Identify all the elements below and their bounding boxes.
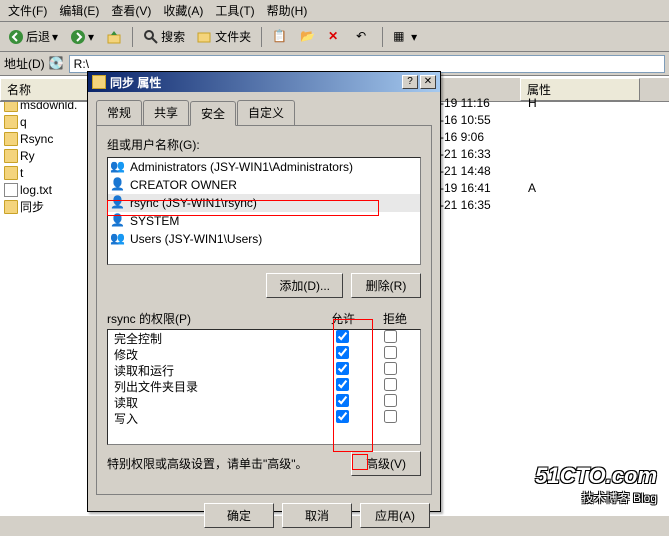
permissions-list[interactable]: 完全控制 修改 读取和运行 列出文件夹目录 读取 写入: [107, 329, 421, 445]
properties-dialog: 同步 属性 ? ✕ 常规 共享 安全 自定义 组或用户名称(G): 👥Admin…: [87, 71, 441, 512]
up-icon: [106, 29, 122, 45]
col-name[interactable]: 名称: [0, 78, 100, 101]
group-row[interactable]: 👤SYSTEM: [108, 212, 420, 230]
search-icon: [143, 29, 159, 45]
move-to-button[interactable]: 📂: [296, 27, 320, 47]
advanced-button[interactable]: 高级(V): [351, 451, 421, 476]
folders-label: 文件夹: [215, 28, 251, 45]
deny-checkbox[interactable]: [384, 330, 397, 343]
views-button[interactable]: ▦▾: [389, 27, 421, 47]
back-label: 后退: [26, 28, 50, 45]
folder-icon: [92, 75, 106, 89]
user-icon: 👤: [110, 195, 126, 211]
folders-icon: [197, 29, 213, 45]
allow-checkbox[interactable]: [336, 330, 349, 343]
groups-label: 组或用户名称(G):: [107, 136, 421, 153]
forward-button[interactable]: ▾: [66, 27, 98, 47]
dropdown-icon: ▾: [52, 30, 58, 44]
allow-checkbox[interactable]: [336, 378, 349, 391]
folder-icon: [4, 115, 18, 129]
group-icon: 👥: [110, 231, 126, 247]
perm-row: 修改: [108, 346, 420, 362]
address-label: 地址(D): [4, 55, 45, 72]
search-button[interactable]: 搜索: [139, 26, 189, 47]
folders-button[interactable]: 文件夹: [193, 26, 255, 47]
special-text: 特别权限或高级设置，请单击"高级"。: [107, 455, 343, 472]
menu-tools[interactable]: 工具(T): [215, 2, 254, 19]
allow-checkbox[interactable]: [336, 362, 349, 375]
undo-icon: ↶: [356, 29, 372, 45]
deny-header: 拒绝: [369, 310, 421, 327]
tab-general[interactable]: 常规: [96, 100, 142, 125]
perm-row: 写入: [108, 410, 420, 426]
perm-row: 读取: [108, 394, 420, 410]
undo-button[interactable]: ↶: [352, 27, 376, 47]
allow-checkbox[interactable]: [336, 394, 349, 407]
user-icon: 👤: [110, 177, 126, 193]
perm-row: 读取和运行: [108, 362, 420, 378]
add-button[interactable]: 添加(D)...: [266, 273, 343, 298]
move-icon: 📂: [300, 29, 316, 45]
group-row[interactable]: 👥Users (JSY-WIN1\Users): [108, 230, 420, 248]
allow-header: 允许: [317, 310, 369, 327]
group-user-list[interactable]: 👥Administrators (JSY-WIN1\Administrators…: [107, 157, 421, 265]
remove-button[interactable]: 删除(R): [351, 273, 421, 298]
security-panel: 组或用户名称(G): 👥Administrators (JSY-WIN1\Adm…: [96, 125, 432, 495]
close-button[interactable]: ✕: [420, 75, 436, 89]
folder-icon: [4, 200, 18, 214]
menu-edit[interactable]: 编辑(E): [59, 2, 99, 19]
views-icon: ▦: [393, 29, 409, 45]
group-row[interactable]: 👥Administrators (JSY-WIN1\Administrators…: [108, 158, 420, 176]
tab-share[interactable]: 共享: [143, 100, 189, 125]
back-button[interactable]: 后退 ▾: [4, 26, 62, 47]
menu-bar: 文件(F) 编辑(E) 查看(V) 收藏(A) 工具(T) 帮助(H): [0, 0, 669, 22]
menu-help[interactable]: 帮助(H): [267, 2, 308, 19]
group-row[interactable]: 👤rsync (JSY-WIN1\rsync): [108, 194, 420, 212]
tab-custom[interactable]: 自定义: [237, 100, 295, 125]
menu-view[interactable]: 查看(V): [111, 2, 151, 19]
dropdown-icon: ▾: [88, 30, 94, 44]
deny-checkbox[interactable]: [384, 394, 397, 407]
dialog-tabs: 常规 共享 安全 自定义: [96, 100, 432, 125]
group-icon: 👥: [110, 159, 126, 175]
perm-for-label: rsync 的权限(P): [107, 310, 317, 327]
group-row[interactable]: 👤CREATOR OWNER: [108, 176, 420, 194]
allow-checkbox[interactable]: [336, 346, 349, 359]
perm-row: 完全控制: [108, 330, 420, 346]
deny-checkbox[interactable]: [384, 346, 397, 359]
help-button[interactable]: ?: [402, 75, 418, 89]
back-icon: [8, 29, 24, 45]
forward-icon: [70, 29, 86, 45]
dialog-titlebar[interactable]: 同步 属性 ? ✕: [88, 72, 440, 92]
text-file-icon: [4, 183, 18, 197]
perm-row: 列出文件夹目录: [108, 378, 420, 394]
folder-icon: [4, 166, 18, 180]
address-input[interactable]: [69, 55, 665, 73]
copy-icon: 📋: [272, 29, 288, 45]
tab-security[interactable]: 安全: [190, 101, 236, 126]
deny-checkbox[interactable]: [384, 410, 397, 423]
watermark-line2: 技术博客 Blog: [535, 489, 657, 506]
drive-icon: 💽: [49, 56, 65, 72]
folder-icon: [4, 149, 18, 163]
up-button[interactable]: [102, 27, 126, 47]
delete-button[interactable]: ✕: [324, 27, 348, 47]
file-list-right-cols: -19 11:16H -16 10:55 -16 9:06 -21 16:33 …: [440, 96, 580, 215]
copy-to-button[interactable]: 📋: [268, 27, 292, 47]
toolbar: 后退 ▾ ▾ 搜索 文件夹 📋 📂 ✕ ↶ ▦▾: [0, 22, 669, 52]
allow-checkbox[interactable]: [336, 410, 349, 423]
deny-checkbox[interactable]: [384, 378, 397, 391]
dialog-title: 同步 属性: [110, 74, 400, 91]
search-label: 搜索: [161, 28, 185, 45]
watermark: 51CTO.com 技术博客 Blog: [535, 463, 657, 506]
delete-icon: ✕: [328, 29, 344, 45]
menu-file[interactable]: 文件(F): [8, 2, 47, 19]
watermark-line1: 51CTO.com: [535, 463, 657, 489]
deny-checkbox[interactable]: [384, 362, 397, 375]
user-icon: 👤: [110, 213, 126, 229]
menu-favorites[interactable]: 收藏(A): [163, 2, 203, 19]
folder-icon: [4, 132, 18, 146]
